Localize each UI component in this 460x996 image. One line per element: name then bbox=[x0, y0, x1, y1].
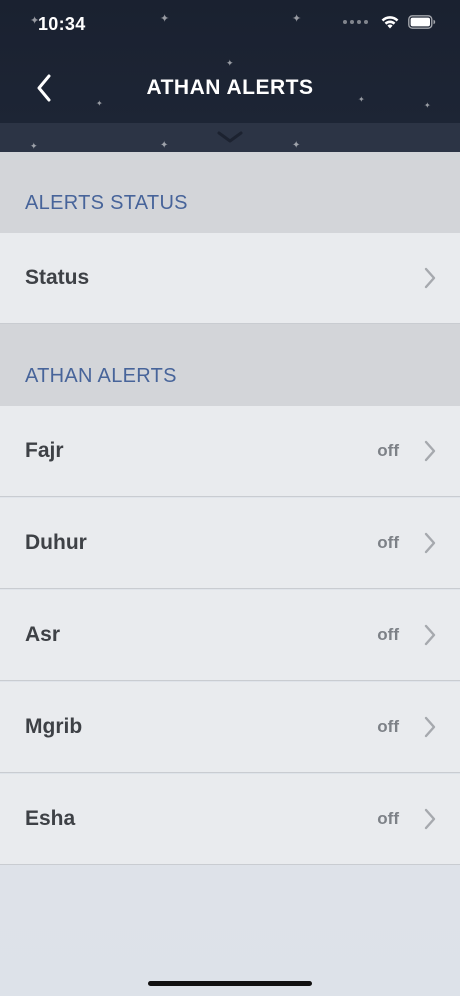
section-title: ATHAN ALERTS bbox=[25, 365, 177, 387]
row-value: off bbox=[377, 625, 399, 644]
list-item-mgrib[interactable]: Mgrib off bbox=[0, 682, 460, 773]
sparkle-icon: ✦ bbox=[292, 13, 302, 25]
status-bar-indicators bbox=[343, 14, 436, 29]
sparkle-icon: ✦ bbox=[292, 140, 301, 151]
home-indicator[interactable] bbox=[148, 981, 312, 986]
list-item-esha[interactable]: Esha off bbox=[0, 774, 460, 865]
section-title: ALERTS STATUS bbox=[25, 192, 188, 214]
battery-icon bbox=[408, 14, 436, 29]
navigation-header: ✦ ✦ ✦ ✦ ✦ ✦ ✦ ✦ ✦ ✦ 10:34 ATHAN ALERTS bbox=[0, 0, 460, 152]
chevron-down-icon[interactable] bbox=[217, 130, 243, 144]
row-value: off bbox=[377, 717, 399, 736]
chevron-right-icon bbox=[424, 532, 436, 554]
row-value: off bbox=[377, 533, 399, 552]
list-item-fajr[interactable]: Fajr off bbox=[0, 406, 460, 497]
list-item-duhur[interactable]: Duhur off bbox=[0, 498, 460, 589]
row-label: Duhur bbox=[25, 531, 87, 554]
row-value: off bbox=[377, 441, 399, 460]
chevron-right-icon bbox=[424, 440, 436, 462]
page-title: ATHAN ALERTS bbox=[146, 76, 314, 99]
chevron-right-icon bbox=[424, 267, 436, 289]
row-value: off bbox=[377, 809, 399, 828]
status-bar-time: 10:34 bbox=[38, 14, 86, 34]
section-header-athan-alerts: ATHAN ALERTS bbox=[0, 324, 460, 406]
list-item-status[interactable]: Status bbox=[0, 233, 460, 324]
sparkle-icon: ✦ bbox=[30, 141, 38, 151]
row-label: Esha bbox=[25, 807, 76, 830]
row-label: Asr bbox=[25, 623, 61, 646]
sparkle-icon: ✦ bbox=[424, 101, 431, 110]
row-label: Status bbox=[25, 266, 90, 289]
row-label: Fajr bbox=[25, 439, 64, 462]
chevron-right-icon bbox=[424, 716, 436, 738]
row-label: Mgrib bbox=[25, 715, 83, 738]
wifi-icon bbox=[381, 16, 399, 29]
sparkle-icon: ✦ bbox=[226, 58, 234, 68]
cellular-signal-icon bbox=[343, 19, 368, 24]
sparkle-icon: ✦ bbox=[160, 140, 169, 151]
list-item-asr[interactable]: Asr off bbox=[0, 590, 460, 681]
section-header-alerts-status: ALERTS STATUS bbox=[0, 152, 460, 233]
chevron-right-icon bbox=[424, 808, 436, 830]
chevron-right-icon bbox=[424, 624, 436, 646]
sparkle-icon: ✦ bbox=[160, 13, 170, 25]
